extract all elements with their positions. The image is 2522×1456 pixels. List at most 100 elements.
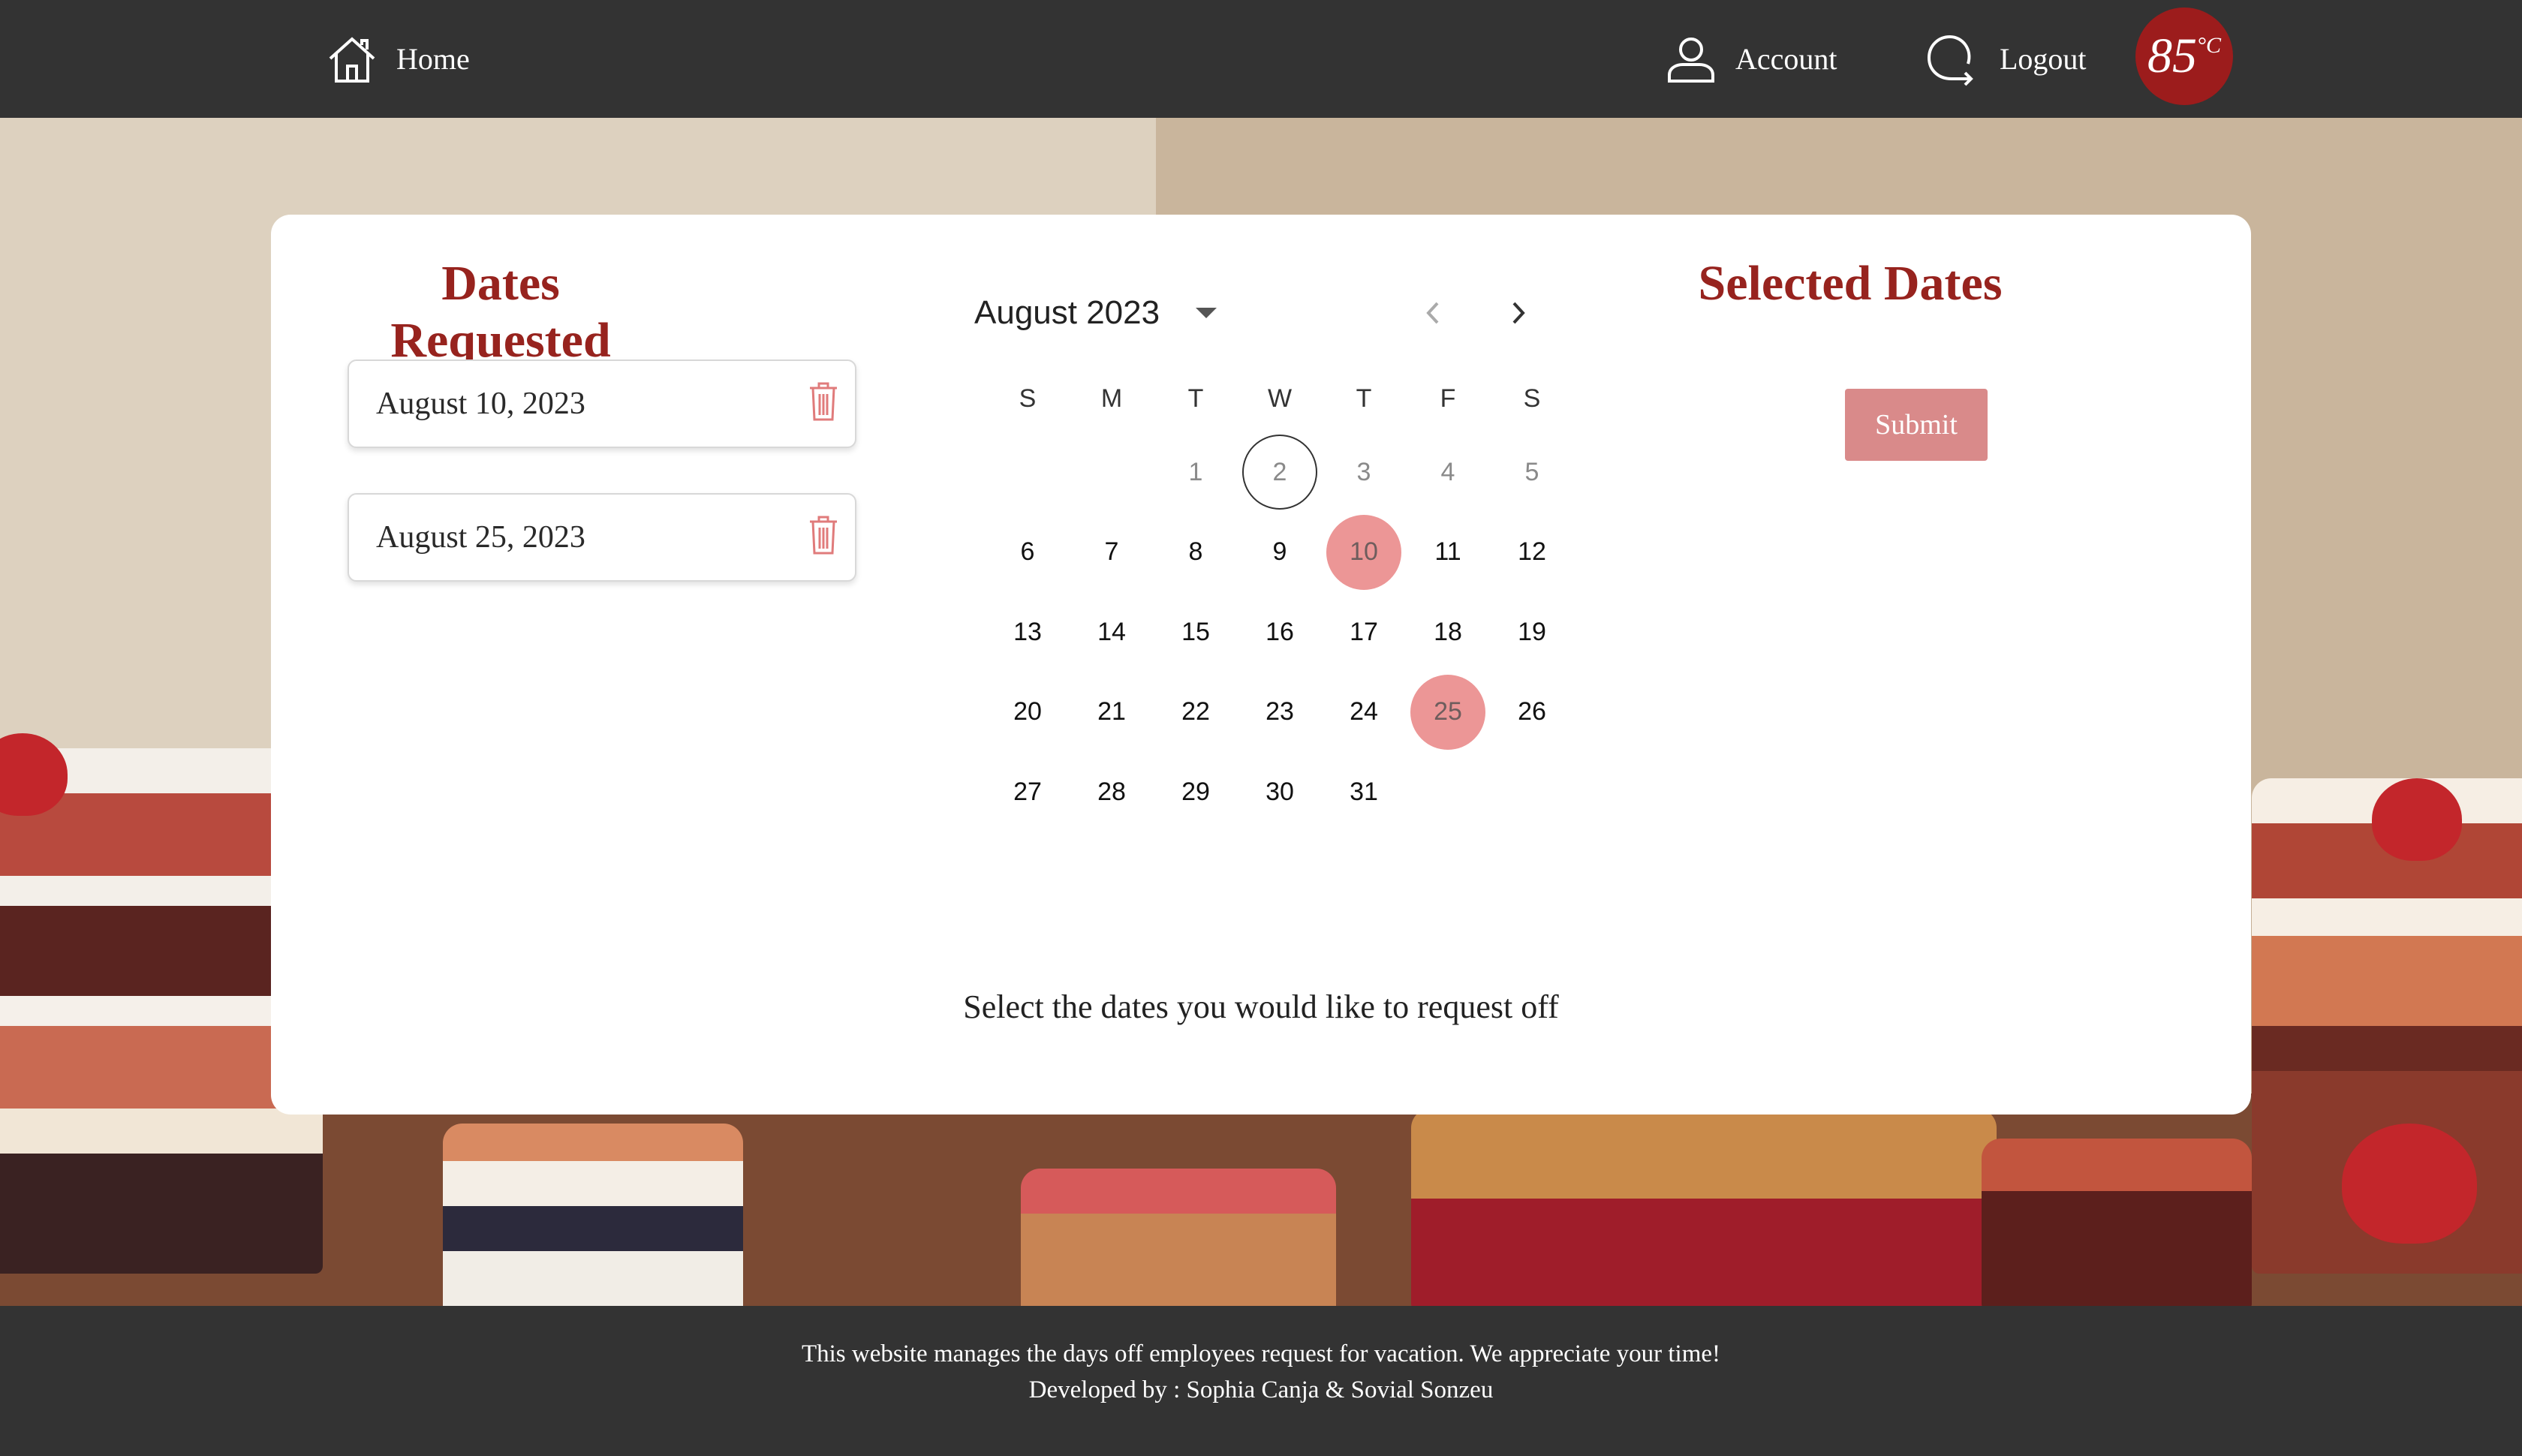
calendar-grid: S M T W T F S 1 2 3 4 5 6 7 8 9 10 11 12 13 14 15 16 17 18 19 20 21… <box>986 365 1574 832</box>
user-icon <box>1668 37 1714 83</box>
calendar-day[interactable]: 23 <box>1238 672 1322 753</box>
calendar-day[interactable]: 4 <box>1406 432 1490 513</box>
calendar-empty-cell <box>1070 432 1154 513</box>
instruction-text: Select the dates you would like to reque… <box>963 988 1559 1025</box>
calendar-day-number: 10 <box>1326 514 1401 590</box>
calendar-day-number: 31 <box>1350 777 1378 806</box>
calendar-day[interactable]: 7 <box>1070 513 1154 593</box>
calendar-weekday-header: M <box>1100 384 1123 413</box>
calendar-day-number: 25 <box>1410 674 1485 750</box>
top-nav-bar: Home Account Logout 85 °C <box>0 0 2522 118</box>
vacation-request-card: Dates Requested August 10, 2023 August 2… <box>271 215 2251 1115</box>
calendar-day[interactable]: 25 <box>1406 672 1490 753</box>
selected-dates-heading: Selected Dates <box>1698 256 2003 311</box>
calendar-day[interactable]: 17 <box>1322 592 1406 672</box>
calendar-day-number: 15 <box>1181 617 1210 646</box>
calendar-day-number: 12 <box>1518 537 1546 567</box>
calendar-day-number: 19 <box>1518 617 1546 646</box>
calendar-day-number: 3 <box>1356 457 1371 486</box>
calendar-month-label[interactable]: August 2023 <box>974 294 1160 332</box>
calendar-day[interactable]: 16 <box>1238 592 1322 672</box>
calendar-day[interactable]: 28 <box>1070 752 1154 832</box>
calendar-day-number: 18 <box>1434 617 1462 646</box>
calendar-day-number: 4 <box>1440 457 1455 486</box>
calendar-day[interactable]: 15 <box>1154 592 1238 672</box>
chevron-right-icon <box>1512 302 1525 324</box>
delete-date-button[interactable] <box>808 514 838 556</box>
calendar-day-number: 26 <box>1518 697 1546 726</box>
calendar-day[interactable]: 3 <box>1322 432 1406 513</box>
calendar-day-number: 8 <box>1188 537 1203 567</box>
calendar-day[interactable]: 20 <box>986 672 1070 753</box>
calendar-day-number: 1 <box>1188 457 1203 486</box>
calendar-weekday-header: F <box>1440 384 1456 413</box>
calendar-day[interactable]: 13 <box>986 592 1070 672</box>
calendar-day-number: 24 <box>1350 697 1378 726</box>
strawberry-illustration <box>2342 1124 2477 1244</box>
calendar-day-number: 5 <box>1524 457 1539 486</box>
calendar-day[interactable]: 10 <box>1322 513 1406 593</box>
calendar-day-number: 17 <box>1350 617 1378 646</box>
logo-degree: °C <box>2196 33 2221 58</box>
calendar-day-number: 30 <box>1266 777 1294 806</box>
logout-link[interactable]: Logout <box>1925 0 2087 118</box>
calendar-day-number: 23 <box>1266 697 1294 726</box>
calendar-day[interactable]: 19 <box>1490 592 1574 672</box>
cake-illustration <box>443 1124 743 1306</box>
calendar-empty-cell <box>986 432 1070 513</box>
calendar-day[interactable]: 21 <box>1070 672 1154 753</box>
calendar-header: August 2023 <box>974 287 1217 339</box>
calendar-day[interactable]: 29 <box>1154 752 1238 832</box>
calendar-day-number: 16 <box>1266 617 1294 646</box>
calendar-weekday-header: S <box>1019 384 1037 413</box>
requested-date-item: August 25, 2023 <box>348 493 856 582</box>
calendar-day[interactable]: 6 <box>986 513 1070 593</box>
calendar-day-number: 6 <box>1020 537 1035 567</box>
calendar-day[interactable]: 11 <box>1406 513 1490 593</box>
calendar-day-number: 27 <box>1013 777 1042 806</box>
calendar-weekday-header: T <box>1356 384 1372 413</box>
calendar-day-number: 22 <box>1181 697 1210 726</box>
submit-button[interactable]: Submit <box>1845 389 1988 461</box>
calendar-weekday-header: W <box>1267 384 1293 413</box>
trash-icon <box>810 382 837 421</box>
calendar-day[interactable]: 22 <box>1154 672 1238 753</box>
delete-date-button[interactable] <box>808 381 838 423</box>
strawberry-illustration <box>2372 778 2462 861</box>
calendar-day-number: 29 <box>1181 777 1210 806</box>
calendar-day[interactable]: 27 <box>986 752 1070 832</box>
logout-label: Logout <box>2000 42 2087 76</box>
next-month-button[interactable] <box>1499 294 1536 332</box>
calendar-day[interactable]: 26 <box>1490 672 1574 753</box>
requested-date-text: August 10, 2023 <box>376 387 585 421</box>
account-label: Account <box>1735 42 1837 76</box>
account-link[interactable]: Account <box>1665 0 1837 118</box>
calendar-weekday-header: T <box>1187 384 1204 413</box>
calendar-day[interactable]: 8 <box>1154 513 1238 593</box>
home-link[interactable]: Home <box>326 0 470 118</box>
logout-icon <box>1927 35 1973 86</box>
calendar-day[interactable]: 18 <box>1406 592 1490 672</box>
requested-date-item: August 10, 2023 <box>348 359 856 448</box>
calendar-day-number: 20 <box>1013 697 1042 726</box>
requested-date-text: August 25, 2023 <box>376 520 585 555</box>
calendar-day[interactable]: 30 <box>1238 752 1322 832</box>
home-label: Home <box>396 42 470 76</box>
calendar-day[interactable]: 12 <box>1490 513 1574 593</box>
calendar-day-number: 14 <box>1097 617 1126 646</box>
calendar-day-number: 9 <box>1272 537 1287 567</box>
previous-month-button[interactable] <box>1415 294 1452 332</box>
calendar-day[interactable]: 31 <box>1322 752 1406 832</box>
calendar-day[interactable]: 24 <box>1322 672 1406 753</box>
caret-down-icon[interactable] <box>1196 308 1217 318</box>
calendar-day[interactable]: 9 <box>1238 513 1322 593</box>
calendar-day[interactable]: 5 <box>1490 432 1574 513</box>
calendar-day-number: 11 <box>1434 537 1461 567</box>
calendar-day[interactable]: 14 <box>1070 592 1154 672</box>
calendar-day-number: 28 <box>1097 777 1126 806</box>
brand-logo[interactable]: 85 °C <box>2135 8 2233 105</box>
calendar-day[interactable]: 1 <box>1154 432 1238 513</box>
home-icon <box>329 36 375 83</box>
footer-description: This website manages the days off employ… <box>801 1340 1721 1367</box>
calendar-day[interactable]: 2 <box>1238 432 1322 513</box>
